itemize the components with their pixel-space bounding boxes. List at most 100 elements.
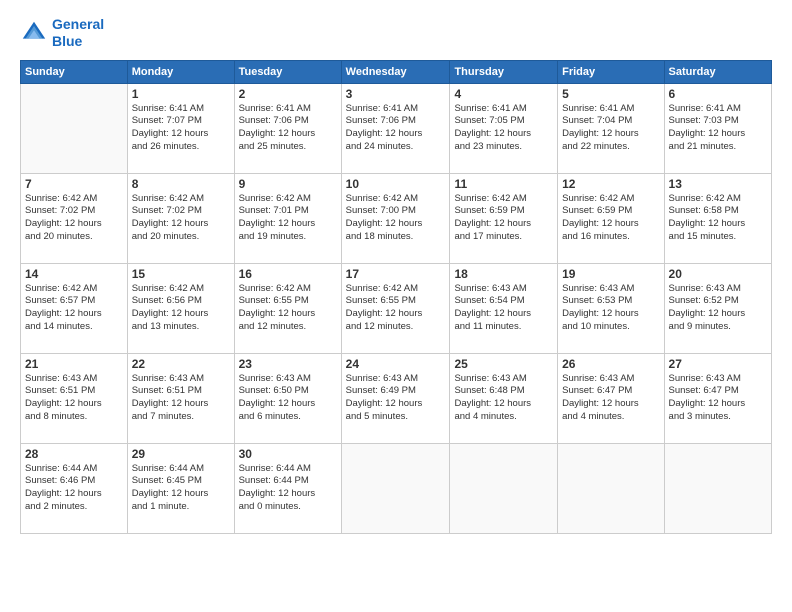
day-number: 4 <box>454 87 553 101</box>
day-info: Sunrise: 6:41 AM Sunset: 7:05 PM Dayligh… <box>454 103 553 154</box>
day-number: 23 <box>239 357 337 371</box>
day-number: 24 <box>346 357 446 371</box>
day-number: 14 <box>25 267 123 281</box>
weekday-header: Saturday <box>664 60 771 83</box>
day-info: Sunrise: 6:41 AM Sunset: 7:07 PM Dayligh… <box>132 103 230 154</box>
calendar-cell <box>558 443 664 533</box>
header: General Blue <box>20 16 772 50</box>
calendar-cell <box>450 443 558 533</box>
calendar-cell: 25 Sunrise: 6:43 AM Sunset: 6:48 PM Dayli… <box>450 353 558 443</box>
calendar-week-row: 28 Sunrise: 6:44 AM Sunset: 6:46 PM Dayli… <box>21 443 772 533</box>
day-number: 27 <box>669 357 767 371</box>
day-info: Sunrise: 6:44 AM Sunset: 6:46 PM Dayligh… <box>25 463 123 514</box>
day-info: Sunrise: 6:42 AM Sunset: 6:59 PM Dayligh… <box>454 193 553 244</box>
day-info: Sunrise: 6:41 AM Sunset: 7:06 PM Dayligh… <box>239 103 337 154</box>
day-number: 28 <box>25 447 123 461</box>
calendar-cell <box>664 443 771 533</box>
day-info: Sunrise: 6:41 AM Sunset: 7:04 PM Dayligh… <box>562 103 659 154</box>
calendar-cell: 29 Sunrise: 6:44 AM Sunset: 6:45 PM Dayli… <box>127 443 234 533</box>
day-info: Sunrise: 6:42 AM Sunset: 6:55 PM Dayligh… <box>346 283 446 334</box>
day-info: Sunrise: 6:42 AM Sunset: 6:56 PM Dayligh… <box>132 283 230 334</box>
calendar-cell: 11 Sunrise: 6:42 AM Sunset: 6:59 PM Dayli… <box>450 173 558 263</box>
calendar-cell: 20 Sunrise: 6:43 AM Sunset: 6:52 PM Dayli… <box>664 263 771 353</box>
day-number: 2 <box>239 87 337 101</box>
calendar-cell: 9 Sunrise: 6:42 AM Sunset: 7:01 PM Daylig… <box>234 173 341 263</box>
calendar-cell: 18 Sunrise: 6:43 AM Sunset: 6:54 PM Dayli… <box>450 263 558 353</box>
day-number: 5 <box>562 87 659 101</box>
logo-icon <box>20 19 48 47</box>
logo: General Blue <box>20 16 104 50</box>
calendar-cell: 19 Sunrise: 6:43 AM Sunset: 6:53 PM Dayli… <box>558 263 664 353</box>
calendar-cell: 7 Sunrise: 6:42 AM Sunset: 7:02 PM Daylig… <box>21 173 128 263</box>
day-info: Sunrise: 6:43 AM Sunset: 6:53 PM Dayligh… <box>562 283 659 334</box>
day-number: 26 <box>562 357 659 371</box>
day-number: 20 <box>669 267 767 281</box>
weekday-header: Friday <box>558 60 664 83</box>
day-number: 9 <box>239 177 337 191</box>
day-info: Sunrise: 6:42 AM Sunset: 7:02 PM Dayligh… <box>25 193 123 244</box>
calendar-cell: 2 Sunrise: 6:41 AM Sunset: 7:06 PM Daylig… <box>234 83 341 173</box>
calendar-cell: 22 Sunrise: 6:43 AM Sunset: 6:51 PM Dayli… <box>127 353 234 443</box>
day-number: 17 <box>346 267 446 281</box>
calendar-cell: 30 Sunrise: 6:44 AM Sunset: 6:44 PM Dayli… <box>234 443 341 533</box>
calendar-cell <box>341 443 450 533</box>
day-number: 11 <box>454 177 553 191</box>
calendar-cell: 15 Sunrise: 6:42 AM Sunset: 6:56 PM Dayli… <box>127 263 234 353</box>
logo-text: General Blue <box>52 16 104 50</box>
calendar-cell: 1 Sunrise: 6:41 AM Sunset: 7:07 PM Daylig… <box>127 83 234 173</box>
calendar-cell: 27 Sunrise: 6:43 AM Sunset: 6:47 PM Dayli… <box>664 353 771 443</box>
day-number: 10 <box>346 177 446 191</box>
weekday-header: Wednesday <box>341 60 450 83</box>
calendar-week-row: 14 Sunrise: 6:42 AM Sunset: 6:57 PM Dayli… <box>21 263 772 353</box>
calendar-header-row: SundayMondayTuesdayWednesdayThursdayFrid… <box>21 60 772 83</box>
weekday-header: Tuesday <box>234 60 341 83</box>
calendar-cell: 10 Sunrise: 6:42 AM Sunset: 7:00 PM Dayli… <box>341 173 450 263</box>
calendar-cell: 21 Sunrise: 6:43 AM Sunset: 6:51 PM Dayli… <box>21 353 128 443</box>
day-info: Sunrise: 6:41 AM Sunset: 7:03 PM Dayligh… <box>669 103 767 154</box>
day-number: 13 <box>669 177 767 191</box>
day-number: 1 <box>132 87 230 101</box>
day-info: Sunrise: 6:43 AM Sunset: 6:51 PM Dayligh… <box>25 373 123 424</box>
day-number: 30 <box>239 447 337 461</box>
day-info: Sunrise: 6:43 AM Sunset: 6:48 PM Dayligh… <box>454 373 553 424</box>
day-info: Sunrise: 6:42 AM Sunset: 7:01 PM Dayligh… <box>239 193 337 244</box>
day-info: Sunrise: 6:42 AM Sunset: 6:57 PM Dayligh… <box>25 283 123 334</box>
calendar-week-row: 1 Sunrise: 6:41 AM Sunset: 7:07 PM Daylig… <box>21 83 772 173</box>
day-info: Sunrise: 6:41 AM Sunset: 7:06 PM Dayligh… <box>346 103 446 154</box>
calendar-cell: 17 Sunrise: 6:42 AM Sunset: 6:55 PM Dayli… <box>341 263 450 353</box>
calendar-cell: 12 Sunrise: 6:42 AM Sunset: 6:59 PM Dayli… <box>558 173 664 263</box>
day-number: 25 <box>454 357 553 371</box>
calendar-cell: 13 Sunrise: 6:42 AM Sunset: 6:58 PM Dayli… <box>664 173 771 263</box>
weekday-header: Sunday <box>21 60 128 83</box>
day-info: Sunrise: 6:44 AM Sunset: 6:44 PM Dayligh… <box>239 463 337 514</box>
day-number: 18 <box>454 267 553 281</box>
calendar-cell: 16Sunrise: 6:42 AM Sunset: 6:55 PM Dayli… <box>234 263 341 353</box>
day-number: 19 <box>562 267 659 281</box>
day-info: Sunrise: 6:43 AM Sunset: 6:51 PM Dayligh… <box>132 373 230 424</box>
calendar-cell: 24Sunrise: 6:43 AM Sunset: 6:49 PM Dayli… <box>341 353 450 443</box>
calendar-cell: 23Sunrise: 6:43 AM Sunset: 6:50 PM Dayli… <box>234 353 341 443</box>
calendar-cell: 26Sunrise: 6:43 AM Sunset: 6:47 PM Dayli… <box>558 353 664 443</box>
day-number: 21 <box>25 357 123 371</box>
calendar-week-row: 21 Sunrise: 6:43 AM Sunset: 6:51 PM Dayli… <box>21 353 772 443</box>
day-number: 3 <box>346 87 446 101</box>
calendar-table: SundayMondayTuesdayWednesdayThursdayFrid… <box>20 60 772 534</box>
day-number: 7 <box>25 177 123 191</box>
day-number: 29 <box>132 447 230 461</box>
day-info: Sunrise: 6:43 AM Sunset: 6:52 PM Dayligh… <box>669 283 767 334</box>
day-info: Sunrise: 6:43 AM Sunset: 6:54 PM Dayligh… <box>454 283 553 334</box>
calendar-cell: 28 Sunrise: 6:44 AM Sunset: 6:46 PM Dayli… <box>21 443 128 533</box>
day-number: 15 <box>132 267 230 281</box>
calendar-cell: 6Sunrise: 6:41 AM Sunset: 7:03 PM Daylig… <box>664 83 771 173</box>
day-info: Sunrise: 6:44 AM Sunset: 6:45 PM Dayligh… <box>132 463 230 514</box>
calendar-cell <box>21 83 128 173</box>
day-number: 8 <box>132 177 230 191</box>
day-info: Sunrise: 6:42 AM Sunset: 7:00 PM Dayligh… <box>346 193 446 244</box>
day-number: 12 <box>562 177 659 191</box>
day-number: 22 <box>132 357 230 371</box>
weekday-header: Thursday <box>450 60 558 83</box>
day-info: Sunrise: 6:43 AM Sunset: 6:47 PM Dayligh… <box>669 373 767 424</box>
day-info: Sunrise: 6:42 AM Sunset: 6:59 PM Dayligh… <box>562 193 659 244</box>
day-info: Sunrise: 6:42 AM Sunset: 6:58 PM Dayligh… <box>669 193 767 244</box>
day-info: Sunrise: 6:42 AM Sunset: 7:02 PM Dayligh… <box>132 193 230 244</box>
